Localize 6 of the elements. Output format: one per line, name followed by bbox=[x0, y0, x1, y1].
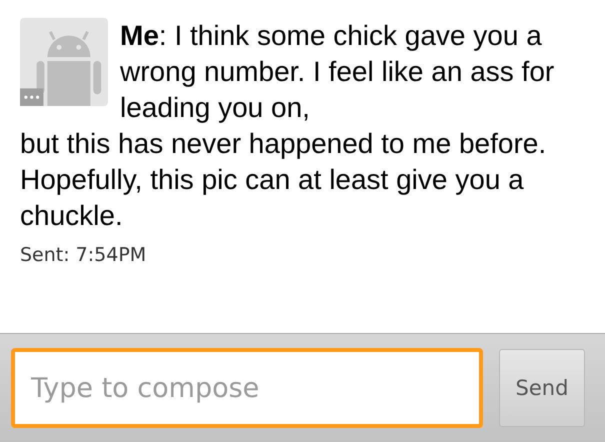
compose-field[interactable]: Type to compose bbox=[11, 348, 483, 428]
message-text: Me: I think some chick gave you a wrong number. I feel like an ass for leading you on, bbox=[120, 19, 556, 125]
send-button[interactable]: Send bbox=[499, 349, 585, 427]
sent-time: Sent: 7:54PM bbox=[20, 244, 148, 266]
message-text: but this has never happened to me before. Hopefully, this pic can at least give you a chuckle. bbox=[20, 127, 548, 233]
avatar-icon bbox=[20, 18, 108, 106]
